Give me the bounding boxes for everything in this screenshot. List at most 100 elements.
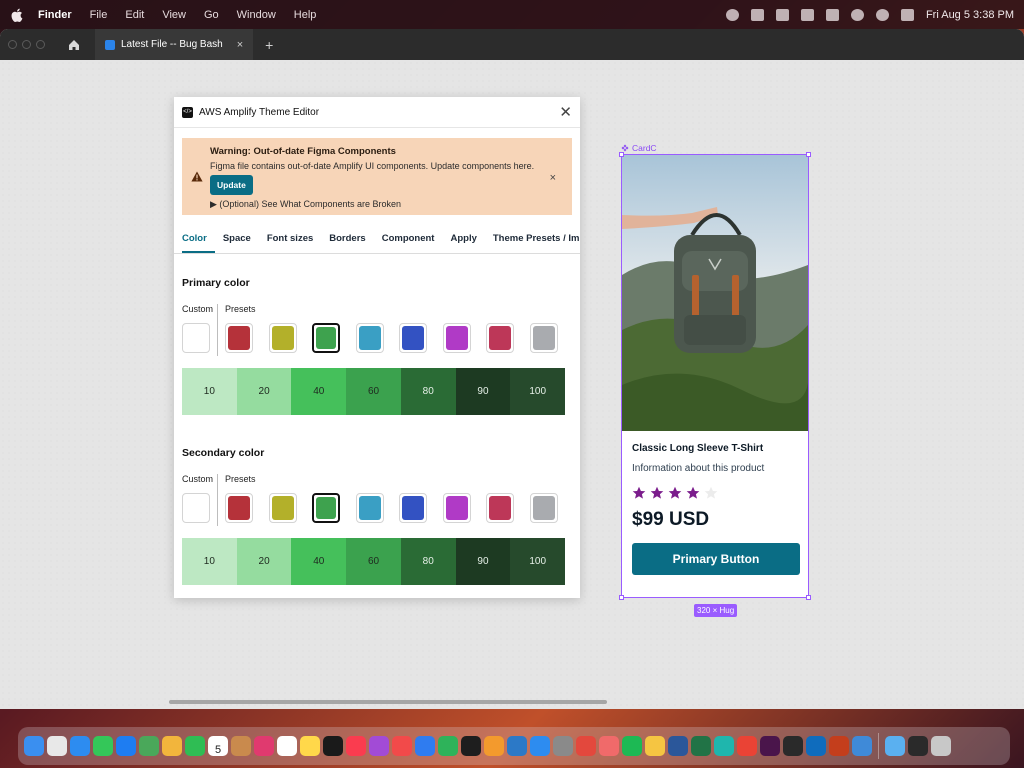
finder-icon[interactable] (24, 736, 44, 756)
product-card[interactable]: Classic Long Sleeve T-Shirt Information … (619, 152, 811, 600)
preset-color-swatch[interactable] (529, 493, 558, 523)
scale-step[interactable]: 80 (400, 538, 456, 585)
scale-step[interactable]: 80 (400, 368, 456, 415)
scale-step[interactable]: 100 (510, 538, 566, 585)
menu-window[interactable]: Window (237, 9, 276, 21)
news-icon[interactable] (392, 736, 412, 756)
record-status-icon[interactable] (725, 8, 739, 21)
preset-color-swatch[interactable] (225, 323, 253, 353)
facetime-icon[interactable] (185, 736, 205, 756)
preset-color-swatch[interactable] (312, 493, 340, 523)
preview-icon[interactable] (852, 736, 872, 756)
perplexity-icon[interactable] (714, 736, 734, 756)
powerpoint-icon[interactable] (829, 736, 849, 756)
photos-icon[interactable] (162, 736, 182, 756)
apple-menu-icon[interactable] (10, 8, 24, 22)
menu-help[interactable]: Help (294, 9, 317, 21)
scale-step[interactable]: 40 (291, 368, 347, 415)
alert-dismiss-icon[interactable]: × (550, 172, 556, 184)
plugin-close-icon[interactable]: ✕ (559, 105, 572, 120)
preset-color-swatch[interactable] (486, 493, 514, 523)
vscode-icon[interactable] (507, 736, 527, 756)
appletv-icon[interactable] (323, 736, 343, 756)
numbers-icon[interactable] (438, 736, 458, 756)
close-window-button[interactable] (8, 40, 17, 49)
home-icon[interactable] (67, 38, 81, 52)
cloud-status-icon[interactable] (800, 8, 814, 21)
podcasts-icon[interactable] (369, 736, 389, 756)
preset-color-swatch[interactable] (442, 323, 471, 353)
resize-handle-top-right[interactable] (806, 152, 811, 157)
preset-color-swatch[interactable] (312, 323, 340, 353)
control-center-icon[interactable] (900, 8, 914, 21)
mail-icon[interactable] (116, 736, 136, 756)
vpn-status-icon[interactable] (775, 8, 789, 21)
tab-theme-presets-import[interactable]: Theme Presets / Import (485, 233, 580, 253)
preset-color-swatch[interactable] (268, 323, 297, 353)
folder-icon[interactable] (885, 736, 905, 756)
todoist-icon[interactable] (576, 736, 596, 756)
preset-color-swatch[interactable] (442, 493, 471, 523)
preset-color-swatch[interactable] (486, 323, 514, 353)
component-label[interactable]: CardC (621, 143, 657, 153)
maps-icon[interactable] (139, 736, 159, 756)
close-tab-icon[interactable]: × (237, 39, 243, 51)
preset-color-swatch[interactable] (529, 323, 558, 353)
scale-step[interactable]: 10 (182, 538, 237, 585)
figma-icon[interactable] (461, 736, 481, 756)
spotify-icon[interactable] (622, 736, 642, 756)
broken-components-disclosure[interactable]: ▶ (Optional) See What Components are Bro… (210, 199, 562, 210)
scale-step[interactable]: 90 (455, 538, 511, 585)
menu-edit[interactable]: Edit (125, 9, 144, 21)
outlook-icon[interactable] (806, 736, 826, 756)
scale-step[interactable]: 10 (182, 368, 237, 415)
battery-icon[interactable] (825, 8, 839, 21)
scale-step[interactable]: 20 (236, 368, 292, 415)
tab-color[interactable]: Color (182, 233, 215, 253)
tab-borders[interactable]: Borders (321, 233, 373, 253)
tab-apply[interactable]: Apply (442, 233, 484, 253)
scale-step[interactable]: 100 (510, 368, 566, 415)
excel-icon[interactable] (691, 736, 711, 756)
pages-icon[interactable] (484, 736, 504, 756)
chrome-canary-icon[interactable] (645, 736, 665, 756)
scale-step[interactable]: 90 (455, 368, 511, 415)
resize-handle-top-left[interactable] (619, 152, 624, 157)
menu-file[interactable]: File (90, 9, 108, 21)
scale-step[interactable]: 60 (346, 538, 401, 585)
document-tab[interactable]: Latest File -- Bug Bash × (95, 29, 254, 60)
menu-go[interactable]: Go (204, 9, 219, 21)
slack-icon[interactable] (760, 736, 780, 756)
minimize-window-button[interactable] (22, 40, 31, 49)
notes-icon[interactable] (300, 736, 320, 756)
stickies-icon[interactable] (231, 736, 251, 756)
preset-color-swatch[interactable] (399, 493, 427, 523)
music-icon[interactable] (346, 736, 366, 756)
primary-button[interactable]: Primary Button (632, 543, 800, 575)
scale-step[interactable]: 20 (236, 538, 292, 585)
zoom-window-button[interactable] (36, 40, 45, 49)
preset-color-swatch[interactable] (399, 323, 427, 353)
trash-icon[interactable] (931, 736, 951, 756)
menu-view[interactable]: View (162, 9, 186, 21)
asana-icon[interactable] (599, 736, 619, 756)
preset-color-swatch[interactable] (268, 493, 297, 523)
resize-handle-bottom-right[interactable] (806, 595, 811, 600)
horizontal-scrollbar[interactable] (169, 700, 607, 704)
update-button[interactable]: Update (210, 175, 253, 195)
screen-icon[interactable] (908, 736, 928, 756)
tab-space[interactable]: Space (215, 233, 259, 253)
chrome-icon[interactable] (737, 736, 757, 756)
preset-color-swatch[interactable] (355, 323, 384, 353)
menu-app-name[interactable]: Finder (38, 9, 72, 21)
appstore-icon[interactable] (530, 736, 550, 756)
tab-font-sizes[interactable]: Font sizes (259, 233, 321, 253)
scale-step[interactable]: 60 (346, 368, 401, 415)
wifi-icon[interactable] (850, 8, 864, 21)
calendar-icon[interactable]: 5 (208, 736, 228, 756)
word-icon[interactable] (668, 736, 688, 756)
intellij-icon[interactable] (254, 736, 274, 756)
new-tab-icon[interactable]: + (265, 37, 273, 53)
safari-icon[interactable] (70, 736, 90, 756)
reminders-icon[interactable] (277, 736, 297, 756)
